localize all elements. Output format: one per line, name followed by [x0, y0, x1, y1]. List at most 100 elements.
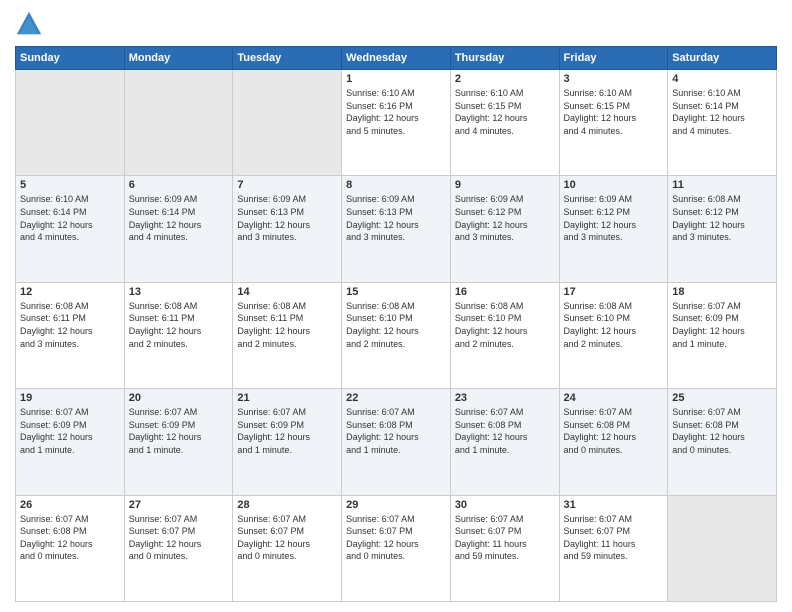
calendar-cell: 10Sunrise: 6:09 AM Sunset: 6:12 PM Dayli…	[559, 176, 668, 282]
day-info: Sunrise: 6:10 AM Sunset: 6:14 PM Dayligh…	[672, 87, 772, 137]
day-info: Sunrise: 6:08 AM Sunset: 6:11 PM Dayligh…	[20, 300, 120, 350]
day-info: Sunrise: 6:07 AM Sunset: 6:07 PM Dayligh…	[129, 513, 229, 563]
calendar-cell: 28 Sunrise: 6:07 AM Sunset: 6:07 PM Dayli…	[233, 495, 342, 601]
day-number: 2	[455, 73, 555, 85]
calendar-cell: 15 Sunrise: 6:08 AM Sunset: 6:10 PM Dayli…	[342, 282, 451, 388]
calendar-cell	[668, 495, 777, 601]
calendar-cell: 12 Sunrise: 6:08 AM Sunset: 6:11 PM Dayli…	[16, 282, 125, 388]
day-info: Sunrise: 6:07 AM Sunset: 6:07 PM Dayligh…	[346, 513, 446, 563]
day-info: Sunrise: 6:07 AM Sunset: 6:08 PM Dayligh…	[564, 406, 664, 456]
day-number: 13	[129, 286, 229, 298]
day-number: 29	[346, 499, 446, 511]
day-number: 26	[20, 499, 120, 511]
calendar-week-2: 5 Sunrise: 6:10 AM Sunset: 6:14 PM Daylig…	[16, 176, 777, 282]
day-number: 22	[346, 392, 446, 404]
day-number: 8	[346, 179, 446, 191]
day-info: Sunrise: 6:09 AM Sunset: 6:13 PM Dayligh…	[346, 193, 446, 243]
calendar-cell: 9 Sunrise: 6:09 AM Sunset: 6:12 PM Daylig…	[450, 176, 559, 282]
calendar-cell: 18Sunrise: 6:07 AM Sunset: 6:09 PM Dayli…	[668, 282, 777, 388]
calendar-cell: 7Sunrise: 6:09 AM Sunset: 6:13 PM Daylig…	[233, 176, 342, 282]
calendar-cell: 26 Sunrise: 6:07 AM Sunset: 6:08 PM Dayli…	[16, 495, 125, 601]
calendar-cell: 27 Sunrise: 6:07 AM Sunset: 6:07 PM Dayli…	[124, 495, 233, 601]
day-number: 4	[672, 73, 772, 85]
day-info: Sunrise: 6:07 AM Sunset: 6:07 PM Dayligh…	[237, 513, 337, 563]
day-number: 31	[564, 499, 664, 511]
day-info: Sunrise: 6:07 AM Sunset: 6:09 PM Dayligh…	[129, 406, 229, 456]
day-info: Sunrise: 6:08 AM Sunset: 6:10 PM Dayligh…	[564, 300, 664, 350]
calendar-header-tuesday: Tuesday	[233, 47, 342, 70]
day-number: 27	[129, 499, 229, 511]
day-number: 9	[455, 179, 555, 191]
day-info: Sunrise: 6:10 AM Sunset: 6:15 PM Dayligh…	[455, 87, 555, 137]
day-number: 5	[20, 179, 120, 191]
day-number: 17	[564, 286, 664, 298]
day-number: 14	[237, 286, 337, 298]
calendar-cell: 21 Sunrise: 6:07 AM Sunset: 6:09 PM Dayli…	[233, 389, 342, 495]
day-info: Sunrise: 6:09 AM Sunset: 6:12 PM Dayligh…	[455, 193, 555, 243]
day-number: 6	[129, 179, 229, 191]
calendar-cell: 2 Sunrise: 6:10 AM Sunset: 6:15 PM Daylig…	[450, 70, 559, 176]
day-info: Sunrise: 6:07 AM Sunset: 6:09 PM Dayligh…	[20, 406, 120, 456]
day-info: Sunrise: 6:07 AM Sunset: 6:08 PM Dayligh…	[20, 513, 120, 563]
calendar-cell: 20Sunrise: 6:07 AM Sunset: 6:09 PM Dayli…	[124, 389, 233, 495]
calendar-page: SundayMondayTuesdayWednesdayThursdayFrid…	[0, 0, 792, 612]
header	[15, 10, 777, 38]
day-number: 24	[564, 392, 664, 404]
day-number: 10	[564, 179, 664, 191]
calendar-cell: 5 Sunrise: 6:10 AM Sunset: 6:14 PM Daylig…	[16, 176, 125, 282]
calendar-cell: 19 Sunrise: 6:07 AM Sunset: 6:09 PM Dayli…	[16, 389, 125, 495]
day-info: Sunrise: 6:09 AM Sunset: 6:14 PM Dayligh…	[129, 193, 229, 243]
day-info: Sunrise: 6:08 AM Sunset: 6:10 PM Dayligh…	[455, 300, 555, 350]
calendar-week-3: 12 Sunrise: 6:08 AM Sunset: 6:11 PM Dayli…	[16, 282, 777, 388]
day-info: Sunrise: 6:07 AM Sunset: 6:09 PM Dayligh…	[237, 406, 337, 456]
day-number: 19	[20, 392, 120, 404]
calendar-cell: 24 Sunrise: 6:07 AM Sunset: 6:08 PM Dayli…	[559, 389, 668, 495]
calendar-cell: 31 Sunrise: 6:07 AM Sunset: 6:07 PM Dayli…	[559, 495, 668, 601]
day-number: 28	[237, 499, 337, 511]
calendar-header-row: SundayMondayTuesdayWednesdayThursdayFrid…	[16, 47, 777, 70]
calendar-cell: 16 Sunrise: 6:08 AM Sunset: 6:10 PM Dayli…	[450, 282, 559, 388]
calendar-header-friday: Friday	[559, 47, 668, 70]
calendar-cell: 6 Sunrise: 6:09 AM Sunset: 6:14 PM Daylig…	[124, 176, 233, 282]
day-info: Sunrise: 6:10 AM Sunset: 6:15 PM Dayligh…	[564, 87, 664, 137]
calendar-cell: 4 Sunrise: 6:10 AM Sunset: 6:14 PM Daylig…	[668, 70, 777, 176]
day-info: Sunrise: 6:08 AM Sunset: 6:10 PM Dayligh…	[346, 300, 446, 350]
day-info: Sunrise: 6:10 AM Sunset: 6:16 PM Dayligh…	[346, 87, 446, 137]
day-number: 18	[672, 286, 772, 298]
calendar-cell: 1Sunrise: 6:10 AM Sunset: 6:16 PM Daylig…	[342, 70, 451, 176]
logo	[15, 10, 47, 38]
day-number: 30	[455, 499, 555, 511]
calendar-cell: 8 Sunrise: 6:09 AM Sunset: 6:13 PM Daylig…	[342, 176, 451, 282]
calendar-week-5: 26 Sunrise: 6:07 AM Sunset: 6:08 PM Dayli…	[16, 495, 777, 601]
day-number: 3	[564, 73, 664, 85]
day-info: Sunrise: 6:08 AM Sunset: 6:12 PM Dayligh…	[672, 193, 772, 243]
calendar-cell: 25 Sunrise: 6:07 AM Sunset: 6:08 PM Dayli…	[668, 389, 777, 495]
calendar-header-saturday: Saturday	[668, 47, 777, 70]
day-number: 12	[20, 286, 120, 298]
calendar-cell: 11Sunrise: 6:08 AM Sunset: 6:12 PM Dayli…	[668, 176, 777, 282]
day-info: Sunrise: 6:07 AM Sunset: 6:08 PM Dayligh…	[672, 406, 772, 456]
calendar-week-4: 19 Sunrise: 6:07 AM Sunset: 6:09 PM Dayli…	[16, 389, 777, 495]
calendar-cell: 14 Sunrise: 6:08 AM Sunset: 6:11 PM Dayli…	[233, 282, 342, 388]
calendar-cell	[16, 70, 125, 176]
day-info: Sunrise: 6:07 AM Sunset: 6:08 PM Dayligh…	[455, 406, 555, 456]
day-number: 21	[237, 392, 337, 404]
calendar-cell: 17 Sunrise: 6:08 AM Sunset: 6:10 PM Dayli…	[559, 282, 668, 388]
day-info: Sunrise: 6:07 AM Sunset: 6:07 PM Dayligh…	[564, 513, 664, 563]
day-number: 25	[672, 392, 772, 404]
day-info: Sunrise: 6:10 AM Sunset: 6:14 PM Dayligh…	[20, 193, 120, 243]
day-number: 16	[455, 286, 555, 298]
calendar-cell	[233, 70, 342, 176]
calendar-header-monday: Monday	[124, 47, 233, 70]
calendar-header-sunday: Sunday	[16, 47, 125, 70]
calendar-week-1: 1Sunrise: 6:10 AM Sunset: 6:16 PM Daylig…	[16, 70, 777, 176]
calendar-table: SundayMondayTuesdayWednesdayThursdayFrid…	[15, 46, 777, 602]
calendar-header-thursday: Thursday	[450, 47, 559, 70]
day-info: Sunrise: 6:07 AM Sunset: 6:08 PM Dayligh…	[346, 406, 446, 456]
day-info: Sunrise: 6:09 AM Sunset: 6:13 PM Dayligh…	[237, 193, 337, 243]
day-number: 23	[455, 392, 555, 404]
calendar-cell: 30Sunrise: 6:07 AM Sunset: 6:07 PM Dayli…	[450, 495, 559, 601]
day-info: Sunrise: 6:08 AM Sunset: 6:11 PM Dayligh…	[237, 300, 337, 350]
day-number: 15	[346, 286, 446, 298]
logo-icon	[15, 10, 43, 38]
